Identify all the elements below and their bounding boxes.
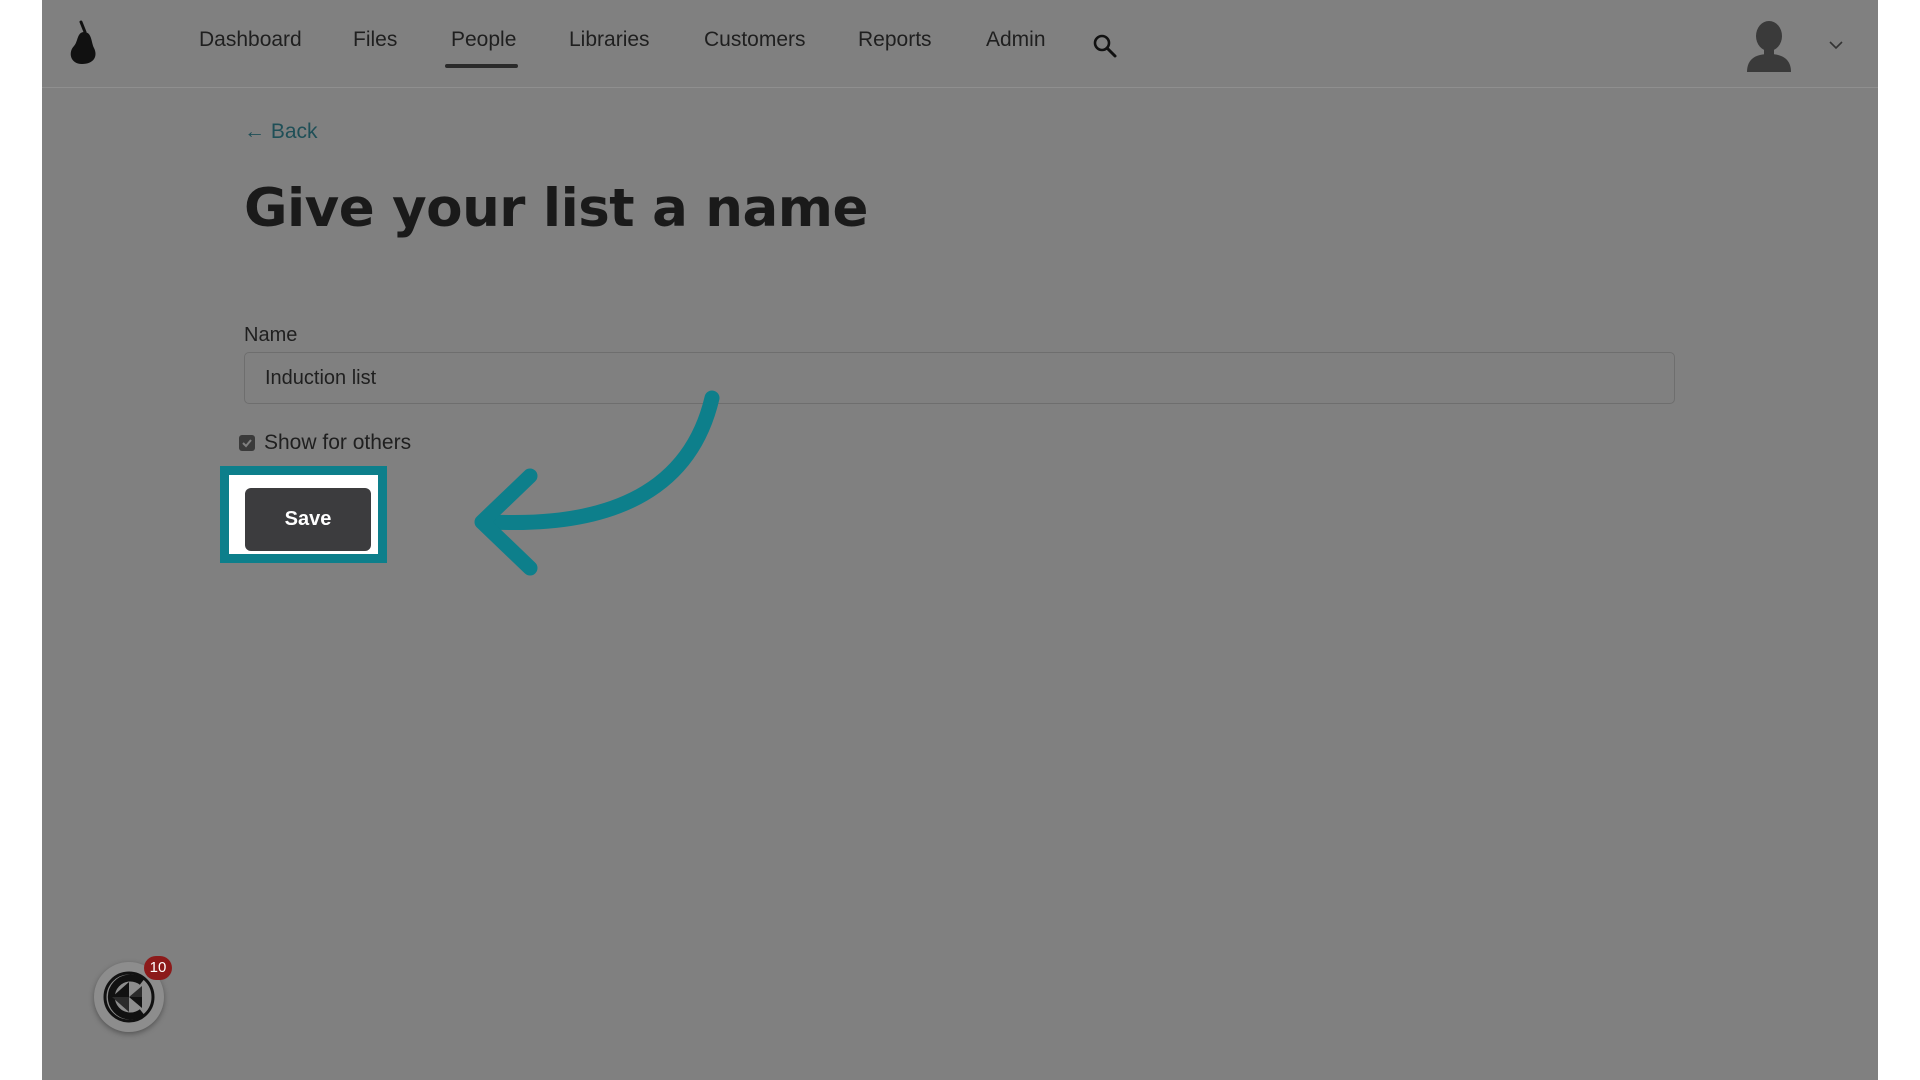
pear-logo-icon[interactable]	[66, 20, 100, 66]
name-field[interactable]	[244, 352, 1675, 404]
top-navigation-bar: Dashboard Files People Libraries Custome…	[42, 0, 1878, 88]
nav-item-customers[interactable]: Customers	[704, 28, 806, 52]
nav-item-admin[interactable]: Admin	[986, 28, 1046, 52]
help-launcher-button[interactable]: 10	[94, 956, 172, 1032]
nav-item-libraries[interactable]: Libraries	[569, 28, 650, 52]
show-for-others-option[interactable]: Show for others	[239, 431, 411, 455]
nav-item-dashboard[interactable]: Dashboard	[199, 28, 302, 52]
page-title: Give your list a name	[244, 178, 868, 239]
name-field-label: Name	[244, 324, 298, 346]
nav-item-people[interactable]: People	[451, 28, 516, 52]
show-for-others-checkbox[interactable]	[239, 435, 255, 451]
app-window: Dashboard Files People Libraries Custome…	[42, 0, 1878, 1080]
save-button[interactable]: Save	[245, 488, 371, 551]
chevron-down-icon[interactable]	[1828, 40, 1844, 50]
back-link[interactable]: ← Back	[244, 120, 318, 144]
pointer-arrow-icon	[474, 390, 720, 576]
notification-badge: 10	[144, 956, 172, 980]
search-icon[interactable]	[1092, 33, 1118, 59]
help-launcher-icon	[103, 971, 155, 1023]
show-for-others-label: Show for others	[264, 431, 412, 454]
nav-active-indicator	[445, 64, 518, 68]
checkmark-icon	[242, 439, 252, 448]
nav-item-reports[interactable]: Reports	[858, 28, 932, 52]
nav-item-files[interactable]: Files	[353, 28, 397, 52]
user-avatar-icon[interactable]	[1745, 18, 1793, 72]
